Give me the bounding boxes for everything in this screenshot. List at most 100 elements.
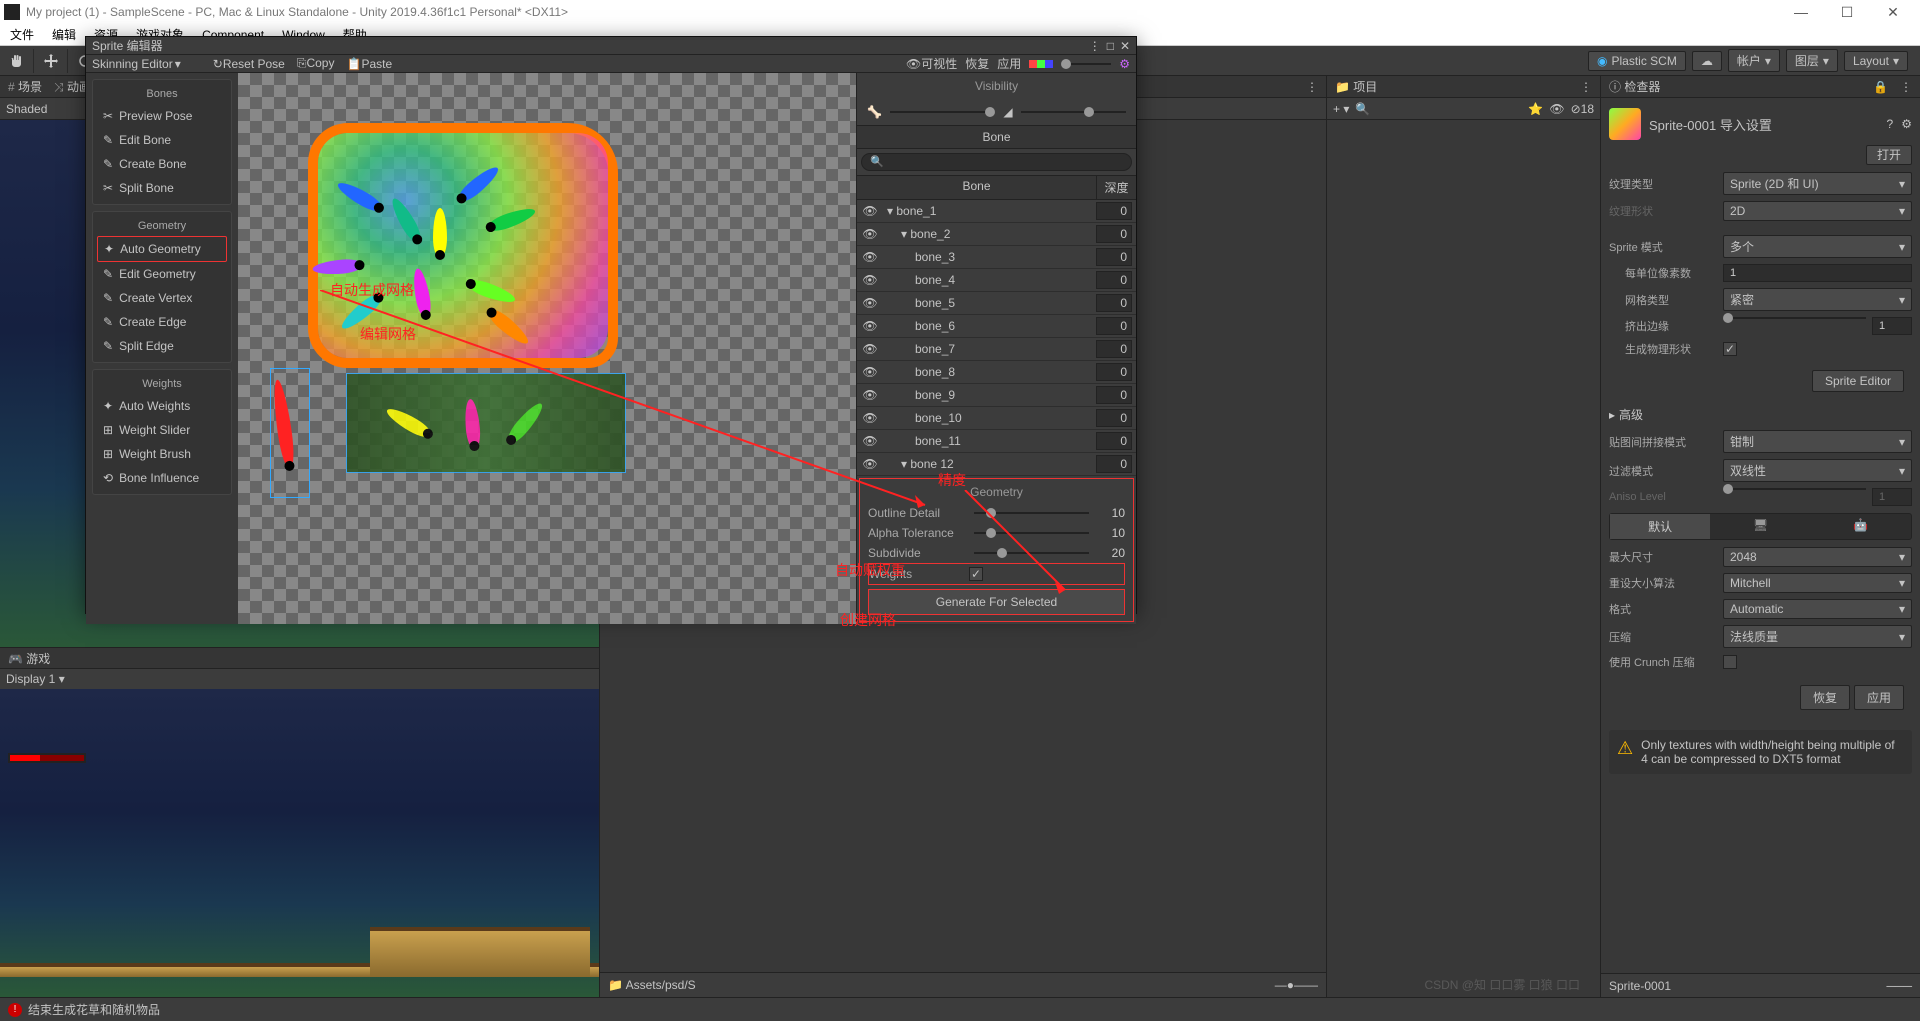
- mesh-type-select[interactable]: 紧密▾: [1723, 288, 1912, 311]
- format-select[interactable]: Automatic▾: [1723, 599, 1912, 619]
- main-sprite[interactable]: [308, 123, 618, 368]
- bone-row[interactable]: 👁bone_50: [857, 292, 1136, 315]
- paste-button[interactable]: 📋Paste: [346, 57, 392, 71]
- color-picker-icon[interactable]: [1029, 60, 1053, 68]
- se-close-icon[interactable]: ✕: [1120, 39, 1130, 53]
- bone-opacity-slider[interactable]: [890, 111, 995, 113]
- bone-row[interactable]: 👁bone_40: [857, 269, 1136, 292]
- tab-project[interactable]: 📁 项目: [1335, 78, 1377, 95]
- copy-button[interactable]: ⎘Copy: [297, 56, 335, 71]
- sprite-canvas[interactable]: [238, 73, 856, 624]
- tab-default[interactable]: 默认: [1610, 514, 1710, 539]
- shaded-dropdown[interactable]: Shaded: [6, 102, 47, 116]
- sec-sprite-2[interactable]: [346, 373, 626, 473]
- bone-row[interactable]: 👁bone_60: [857, 315, 1136, 338]
- restore-button[interactable]: 恢复: [1800, 685, 1850, 710]
- bone-row[interactable]: 👁▾ bone_10: [857, 200, 1136, 223]
- layers-dropdown[interactable]: 图层▾: [1786, 49, 1838, 72]
- visibility-eye-icon[interactable]: 👁: [861, 457, 879, 471]
- inspector-menu-icon[interactable]: ⋮: [1900, 80, 1912, 94]
- generate-button[interactable]: Generate For Selected: [868, 589, 1125, 615]
- tab-game[interactable]: 🎮 游戏: [8, 650, 50, 667]
- bone-vis-icon[interactable]: 🦴: [867, 105, 882, 119]
- sec-sprite-1[interactable]: [270, 368, 310, 498]
- visibility-eye-icon[interactable]: 👁: [861, 411, 879, 425]
- tab-scene[interactable]: # 场景: [8, 78, 42, 95]
- bone-influence-button[interactable]: ⟲Bone Influence: [97, 466, 227, 490]
- depth-input[interactable]: 0: [1096, 294, 1132, 312]
- sprite-mode-select[interactable]: 多个▾: [1723, 235, 1912, 258]
- depth-input[interactable]: 0: [1096, 386, 1132, 404]
- depth-input[interactable]: 0: [1096, 455, 1132, 473]
- resize-algo-select[interactable]: Mitchell▾: [1723, 573, 1912, 593]
- menu-edit[interactable]: 编辑: [52, 26, 76, 43]
- tab-android[interactable]: 🤖: [1811, 514, 1911, 539]
- depth-input[interactable]: 0: [1096, 363, 1132, 381]
- mesh-opacity-slider[interactable]: [1021, 111, 1126, 113]
- visibility-eye-icon[interactable]: 👁: [861, 296, 879, 310]
- create-bone-button[interactable]: ✎Create Bone: [97, 152, 227, 176]
- bone-search-input[interactable]: [861, 153, 1132, 171]
- favorites-icon[interactable]: ⭐: [1528, 102, 1543, 116]
- filter-mode-select[interactable]: 双线性▾: [1723, 459, 1912, 482]
- game-view[interactable]: [0, 689, 599, 997]
- edit-bone-button[interactable]: ✎Edit Bone: [97, 128, 227, 152]
- hand-tool[interactable]: [0, 49, 34, 73]
- depth-input[interactable]: 0: [1096, 202, 1132, 220]
- advanced-foldout[interactable]: ▸ 高级: [1601, 402, 1920, 427]
- visibility-eye-icon[interactable]: 👁: [861, 434, 879, 448]
- visibility-eye-icon[interactable]: 👁: [861, 319, 879, 333]
- hierarchy-menu-icon[interactable]: ⋮: [1306, 80, 1318, 94]
- move-tool[interactable]: [34, 49, 68, 73]
- max-size-select[interactable]: 2048▾: [1723, 547, 1912, 567]
- alpha-tolerance-slider[interactable]: [974, 532, 1089, 534]
- filter-icon[interactable]: 👁: [1549, 102, 1564, 116]
- edit-geometry-button[interactable]: ✎Edit Geometry: [97, 262, 227, 286]
- bone-row[interactable]: 👁▾ bone_20: [857, 223, 1136, 246]
- visibility-eye-icon[interactable]: 👁: [861, 365, 879, 379]
- extrude-input[interactable]: [1872, 317, 1912, 335]
- cloud-button[interactable]: ☁: [1692, 51, 1722, 71]
- help-icon[interactable]: ?: [1887, 117, 1894, 131]
- auto-weights-button[interactable]: ✦Auto Weights: [97, 394, 227, 418]
- depth-input[interactable]: 0: [1096, 409, 1132, 427]
- depth-input[interactable]: 0: [1096, 317, 1132, 335]
- bone-row[interactable]: 👁bone_90: [857, 384, 1136, 407]
- split-bone-button[interactable]: ✂Split Bone: [97, 176, 227, 200]
- bone-row[interactable]: 👁bone_80: [857, 361, 1136, 384]
- visibility-eye-icon[interactable]: 👁: [861, 342, 879, 356]
- depth-input[interactable]: 0: [1096, 225, 1132, 243]
- se-dock-icon[interactable]: ⋮: [1089, 39, 1101, 53]
- restore-button-se[interactable]: 恢复: [965, 55, 989, 72]
- depth-input[interactable]: 0: [1096, 432, 1132, 450]
- visibility-eye-icon[interactable]: 👁: [861, 250, 879, 264]
- sprite-editor-button[interactable]: Sprite Editor: [1812, 370, 1904, 392]
- split-edge-button[interactable]: ✎Split Edge: [97, 334, 227, 358]
- project-create[interactable]: + ▾: [1333, 102, 1349, 116]
- account-dropdown[interactable]: 帐户▾: [1728, 49, 1780, 72]
- menu-file[interactable]: 文件: [10, 26, 34, 43]
- bone-row[interactable]: 👁▾ bone 120: [857, 453, 1136, 476]
- depth-input[interactable]: 0: [1096, 340, 1132, 358]
- compression-select[interactable]: 法线质量▾: [1723, 625, 1912, 648]
- close-button[interactable]: ✕: [1870, 4, 1916, 21]
- settings-icon[interactable]: ⚙: [1119, 57, 1130, 71]
- minimize-button[interactable]: —: [1778, 4, 1824, 20]
- open-button[interactable]: 打开: [1866, 145, 1912, 165]
- create-vertex-button[interactable]: ✎Create Vertex: [97, 286, 227, 310]
- visibility-toggle[interactable]: 👁可视性: [906, 55, 957, 72]
- generate-physics-check[interactable]: ✓: [1723, 342, 1737, 356]
- tab-inspector[interactable]: ⓘ 检查器: [1609, 78, 1660, 95]
- subdivide-slider[interactable]: [974, 552, 1089, 554]
- weights-check[interactable]: ✓: [969, 567, 983, 581]
- visibility-eye-icon[interactable]: 👁: [861, 227, 879, 241]
- visibility-eye-icon[interactable]: 👁: [861, 273, 879, 287]
- error-icon[interactable]: !: [8, 1003, 22, 1017]
- reset-pose-button[interactable]: ↻Reset Pose: [213, 57, 285, 71]
- apply-button-se[interactable]: 应用: [997, 55, 1021, 72]
- display-dropdown[interactable]: Display 1 ▾: [6, 672, 65, 686]
- project-menu-icon[interactable]: ⋮: [1580, 80, 1592, 94]
- texture-type-select[interactable]: Sprite (2D 和 UI)▾: [1723, 172, 1912, 195]
- preset-icon[interactable]: ⚙: [1901, 117, 1912, 131]
- bone-row[interactable]: 👁bone_30: [857, 246, 1136, 269]
